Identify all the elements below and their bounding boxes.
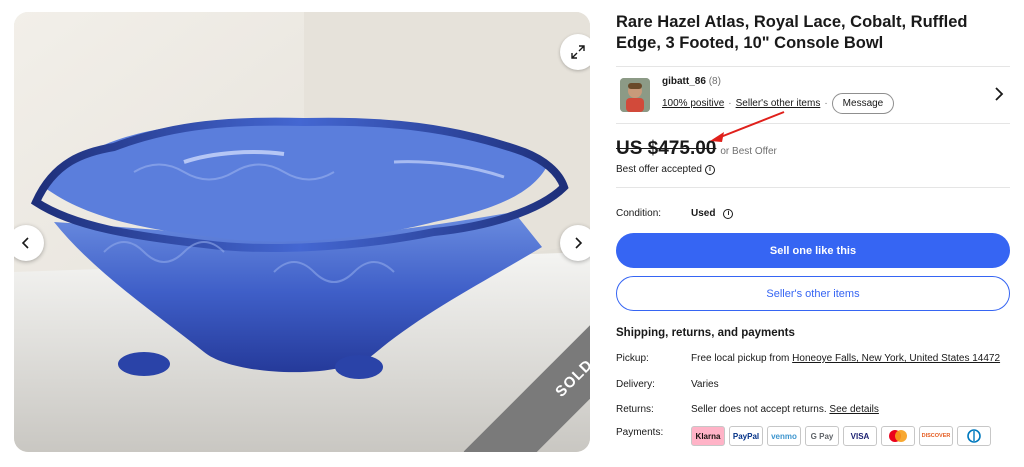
- message-button[interactable]: Message: [831, 93, 895, 114]
- pickup-label: Pickup:: [616, 353, 649, 364]
- seller-avatar[interactable]: [620, 78, 650, 112]
- payment-g-pay-icon: G Pay: [805, 426, 839, 446]
- next-image-button[interactable]: [560, 225, 590, 261]
- bowl-photo: [14, 12, 590, 452]
- payment-mastercard-icon: [881, 426, 915, 446]
- see-details-link[interactable]: See details: [829, 404, 878, 415]
- condition-label: Condition:: [616, 208, 662, 219]
- returns-row: Returns: Seller does not accept returns.…: [616, 403, 1010, 416]
- price-row: US $475.00 or Best Offer: [616, 138, 1010, 160]
- expand-image-button[interactable]: [560, 34, 590, 70]
- payment-methods: Klarna PayPal venmo G Pay VISA DISCOVER: [691, 426, 991, 446]
- shipping-heading: Shipping, returns, and payments: [616, 327, 795, 339]
- payments-row: Payments: Klarna PayPal venmo G Pay VISA DISC…: [616, 426, 1010, 446]
- seller-name[interactable]: gibatt_86: [662, 76, 706, 87]
- pickup-location-link[interactable]: Honeoye Falls, New York, United States 1…: [792, 353, 1000, 364]
- returns-text: Seller does not accept returns.: [691, 404, 830, 415]
- listing-page: SOLD Rare Hazel Atlas, Royal Lace, Cobal…: [0, 0, 1024, 467]
- condition-value: Used: [691, 208, 716, 219]
- pickup-prefix: Free local pickup from: [691, 353, 793, 364]
- payment-discover-icon: DISCOVER: [919, 426, 953, 446]
- seller-card[interactable]: gibatt_86 (8) 100% positive · Seller's o…: [616, 67, 1010, 123]
- divider: [616, 123, 1010, 124]
- delivery-value: Varies: [691, 379, 719, 390]
- best-offer-accepted: Best offer accepted i: [616, 164, 1010, 175]
- annotation-arrow-icon: [710, 111, 785, 142]
- payment-paypal-icon: PayPal: [729, 426, 763, 446]
- payment-venmo-icon: venmo: [767, 426, 801, 446]
- listing-info: Rare Hazel Atlas, Royal Lace, Cobalt, Ru…: [616, 12, 1010, 446]
- chevron-right-icon[interactable]: [994, 87, 1004, 101]
- payment-visa-icon: VISA: [843, 426, 877, 446]
- avatar-image: [620, 78, 650, 112]
- separator-dot: ·: [824, 98, 828, 109]
- sellers-other-items-button[interactable]: Seller's other items: [616, 276, 1010, 311]
- chevron-left-icon: [21, 237, 29, 249]
- expand-icon: [571, 45, 585, 59]
- info-icon[interactable]: i: [723, 208, 734, 219]
- delivery-row: Delivery: Varies: [616, 378, 1010, 391]
- info-icon[interactable]: i: [704, 164, 715, 175]
- listing-title: Rare Hazel Atlas, Royal Lace, Cobalt, Ru…: [616, 13, 968, 52]
- pickup-value: Free local pickup from Honeoye Falls, Ne…: [691, 352, 1000, 365]
- divider: [616, 187, 1010, 188]
- condition-row: Condition: Used i: [616, 208, 1010, 219]
- image-gallery: SOLD: [14, 12, 590, 452]
- delivery-label: Delivery:: [616, 379, 655, 390]
- payment-diners-icon: [957, 426, 991, 446]
- payment-klarna-icon: Klarna: [691, 426, 725, 446]
- seller-feedback-count: (8): [708, 76, 721, 87]
- chevron-right-icon: [575, 237, 583, 249]
- best-offer-accepted-text: Best offer accepted: [616, 164, 702, 175]
- pickup-row: Pickup: Free local pickup from Honeoye F…: [616, 352, 1010, 365]
- sell-one-like-this-button[interactable]: Sell one like this: [616, 233, 1010, 268]
- returns-label: Returns:: [616, 404, 654, 415]
- returns-value: Seller does not accept returns. See deta…: [691, 403, 879, 416]
- payments-label: Payments:: [616, 427, 664, 438]
